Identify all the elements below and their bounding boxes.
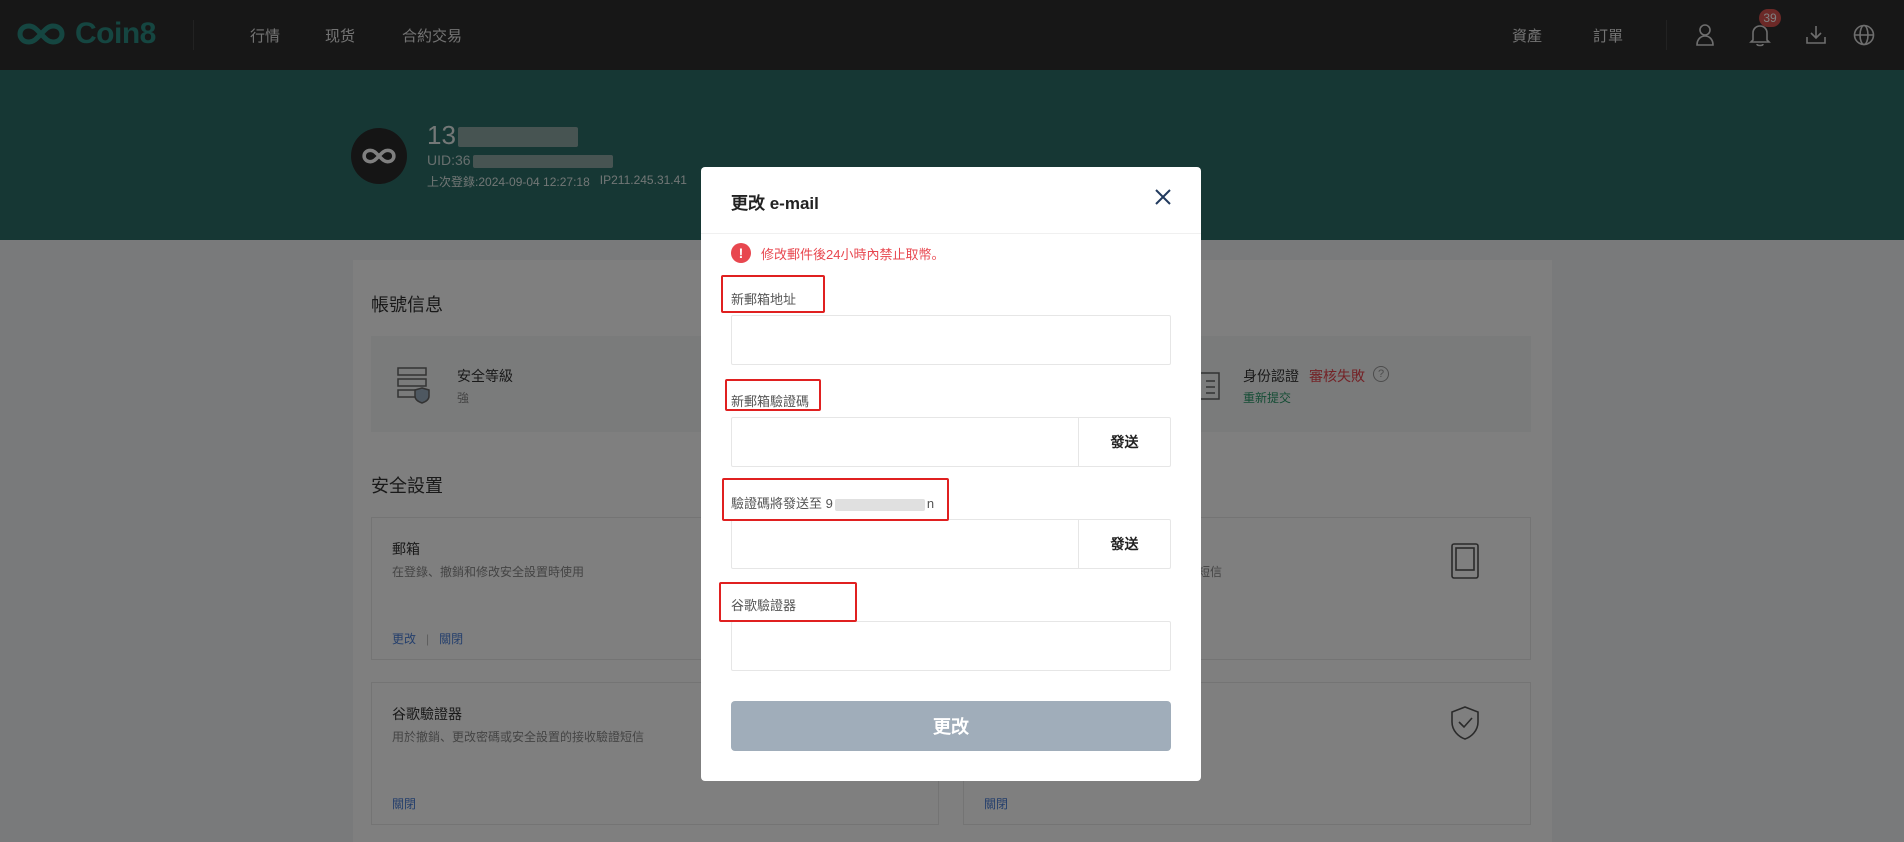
send-new-email-code-button[interactable]: 發送 [1078, 418, 1170, 466]
new-email-input[interactable] [731, 315, 1171, 365]
google-auth-code-input[interactable] [731, 621, 1171, 671]
change-email-modal: 更改 e-mail ! 修改郵件後24小時內禁止取幣。 新郵箱地址 新郵箱驗證碼… [701, 167, 1201, 781]
new-email-label: 新郵箱地址 [731, 292, 797, 307]
google-auth-label: 谷歌驗證器 [731, 598, 797, 613]
submit-change-button[interactable]: 更改 [731, 701, 1171, 751]
close-icon[interactable] [1151, 185, 1175, 209]
redacted-area [834, 498, 925, 511]
warning-message: ! 修改郵件後24小時內禁止取幣。 [731, 243, 944, 263]
new-email-code-label: 新郵箱驗證碼 [731, 394, 810, 409]
warning-text: 修改郵件後24小時內禁止取幣。 [761, 246, 945, 262]
modal-divider [701, 233, 1201, 234]
warning-icon: ! [731, 243, 751, 263]
send-current-email-code-button[interactable]: 發送 [1078, 520, 1170, 568]
current-email-code-label: 驗證碼將發送至 9n [731, 496, 935, 511]
modal-title: 更改 e-mail [731, 194, 819, 213]
